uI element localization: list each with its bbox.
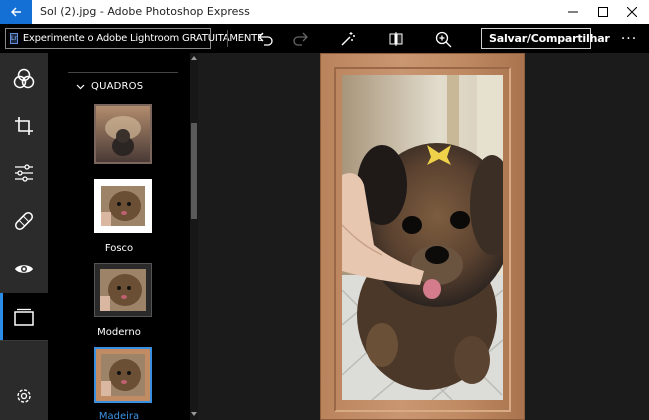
frames-panel: QUADROS Fosco Moderno Madeira <box>48 53 190 420</box>
wood-frame <box>320 53 525 420</box>
magic-wand-icon <box>341 32 355 46</box>
eye-icon <box>15 265 33 273</box>
crop-icon <box>15 117 33 135</box>
scroll-up-arrow-icon[interactable] <box>191 54 197 62</box>
window-title: Sol (2).jpg - Adobe Photoshop Express <box>40 5 250 18</box>
panel-divider <box>68 72 178 73</box>
panel-scrollbar[interactable] <box>190 53 198 420</box>
auto-fix-button[interactable] <box>337 28 359 50</box>
rail-item-eye[interactable] <box>0 245 48 293</box>
rail-item-adjustments[interactable] <box>0 149 48 197</box>
undo-icon <box>258 32 273 46</box>
back-button[interactable] <box>0 0 32 24</box>
photo-thumbnail <box>96 106 150 162</box>
edited-photo <box>342 75 503 400</box>
redo-button[interactable] <box>289 28 311 50</box>
bandage-icon <box>15 212 33 230</box>
maximize-button[interactable] <box>588 0 618 24</box>
compare-icon <box>389 32 403 46</box>
chevron-down-icon <box>76 84 85 89</box>
frame-thumb-1[interactable] <box>94 104 152 164</box>
frame-label: Fosco <box>104 243 134 254</box>
minimize-icon <box>568 11 578 13</box>
undo-button[interactable] <box>255 28 277 50</box>
rail-item-looks[interactable] <box>0 55 48 103</box>
rail-item-crop[interactable] <box>0 102 48 150</box>
photo-thumbnail <box>101 186 145 226</box>
gear-icon <box>17 389 31 403</box>
image-canvas[interactable] <box>198 53 649 420</box>
rail-item-frames[interactable] <box>0 293 48 341</box>
title-bar: Sol (2).jpg - Adobe Photoshop Express <box>0 0 649 24</box>
frame-label: Moderno <box>97 327 141 338</box>
photo-thumbnail <box>101 354 145 396</box>
frame-thumb-fosco[interactable] <box>94 179 152 233</box>
section-title: QUADROS <box>91 81 144 92</box>
lightroom-logo-icon: Lr <box>10 33 18 44</box>
toolbar: Lr Experimente o Adobe Lightroom GRATUIT… <box>0 24 649 53</box>
frames-icon <box>14 308 34 326</box>
photo-thumbnail <box>100 269 146 311</box>
arrow-left-icon <box>11 7 21 17</box>
toolbar-divider <box>227 30 228 47</box>
tool-rail <box>0 53 48 420</box>
scroll-down-arrow-icon[interactable] <box>191 410 197 418</box>
lightroom-promo-button[interactable]: Lr Experimente o Adobe Lightroom GRATUIT… <box>5 28 263 49</box>
zoom-in-icon <box>435 31 451 47</box>
minimize-button[interactable] <box>558 0 588 24</box>
more-options-button[interactable]: ··· <box>616 28 642 49</box>
section-header-quadros[interactable]: QUADROS <box>76 81 143 92</box>
frame-label-selected: Madeira <box>98 411 140 420</box>
sliders-icon <box>15 164 33 182</box>
scroll-thumb[interactable] <box>191 123 197 219</box>
frame-thumb-madeira[interactable] <box>94 347 152 403</box>
maximize-icon <box>598 7 608 17</box>
redo-icon <box>293 32 308 46</box>
close-icon <box>627 7 637 17</box>
compare-button[interactable] <box>385 28 407 50</box>
frame-thumb-moderno[interactable] <box>94 263 152 317</box>
dog-photo <box>342 75 503 400</box>
close-button[interactable] <box>617 0 647 24</box>
rail-divider <box>0 340 48 341</box>
save-share-label: Salvar/Compartilhar <box>489 32 610 45</box>
save-share-button[interactable]: Salvar/Compartilhar <box>481 28 610 49</box>
zoom-button[interactable] <box>432 28 454 50</box>
looks-icon <box>13 68 35 89</box>
rail-item-settings[interactable] <box>0 372 48 420</box>
rail-item-healing[interactable] <box>0 197 48 245</box>
